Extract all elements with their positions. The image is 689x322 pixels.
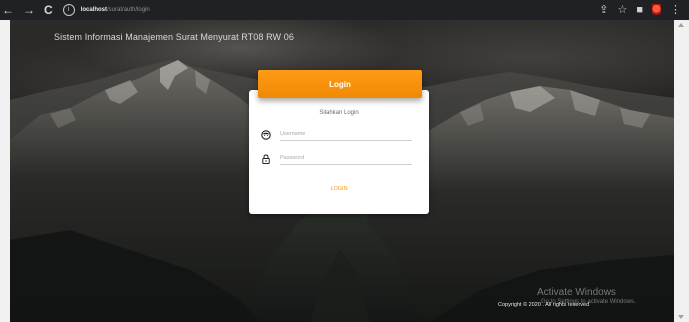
browser-actions: ⇪ ☆ ■ ⋮ <box>599 0 689 20</box>
user-icon <box>261 130 271 140</box>
back-icon[interactable]: ← <box>2 0 14 20</box>
address-bar[interactable]: localhost/surat/auth/login <box>81 7 150 13</box>
scroll-up-icon[interactable] <box>678 23 684 27</box>
system-title: Sistem Informasi Manajemen Surat Menyura… <box>54 32 294 42</box>
password-input[interactable] <box>280 152 412 165</box>
reload-icon[interactable]: C <box>44 0 53 20</box>
username-input[interactable] <box>280 128 412 141</box>
forward-icon[interactable]: → <box>23 0 35 20</box>
site-info-icon[interactable]: i <box>62 4 75 16</box>
left-edge <box>0 20 10 322</box>
username-field <box>261 128 413 142</box>
vertical-scrollbar[interactable] <box>674 20 689 322</box>
browser-toolbar: ← → C i localhost/surat/auth/login ⇪ ☆ ■… <box>0 0 689 20</box>
login-button[interactable]: LOGIN <box>314 184 364 194</box>
share-icon[interactable]: ⇪ <box>599 0 608 20</box>
lock-icon <box>262 154 270 164</box>
url-host: localhost <box>80 7 108 13</box>
login-card: Silahkan Login LOGIN <box>249 90 429 214</box>
browser-nav: ← → C <box>0 0 53 20</box>
window-icon[interactable]: ■ <box>636 0 643 20</box>
login-header: Login <box>258 70 422 98</box>
password-field <box>261 152 413 166</box>
watermark-title: Activate Windows <box>537 287 616 298</box>
url-path: /surat/auth/login <box>107 7 150 13</box>
copyright-text: Copyright © 2020 . All rights reserved <box>498 302 590 308</box>
scroll-down-icon[interactable] <box>678 315 684 319</box>
menu-icon[interactable]: ⋮ <box>670 0 681 20</box>
page-background: Sistem Informasi Manajemen Surat Menyura… <box>10 20 674 322</box>
bookmark-star-icon[interactable]: ☆ <box>617 0 627 20</box>
login-subtitle: Silahkan Login <box>319 110 359 116</box>
extension-icon[interactable] <box>652 4 661 16</box>
